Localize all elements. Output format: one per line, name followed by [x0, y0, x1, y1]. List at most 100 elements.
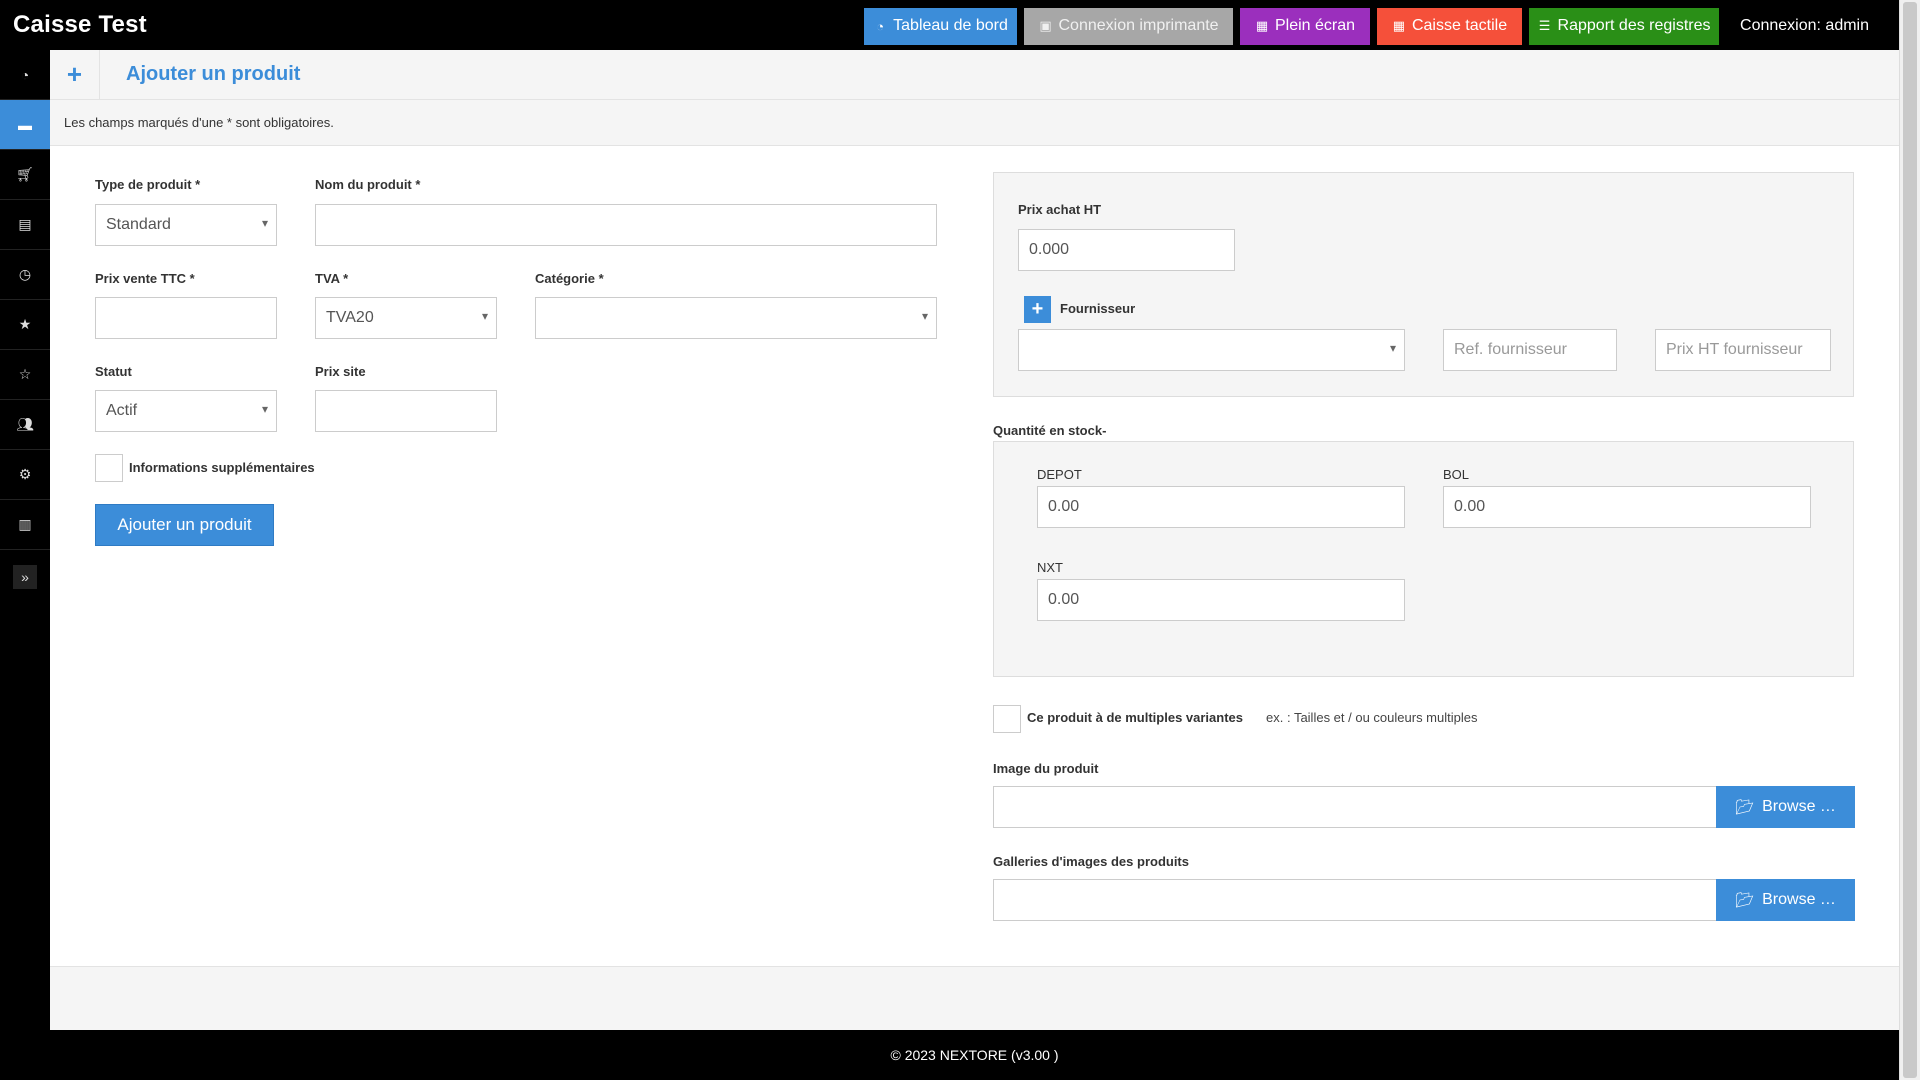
touch-pos-button[interactable]: ▦ Caisse tactile	[1377, 7, 1523, 45]
register-report-label: Rapport des registres	[1557, 17, 1711, 34]
sidebar-item-users[interactable]: 👥︎	[0, 400, 50, 450]
app-title: Caisse Test	[13, 11, 147, 38]
sidebar-item-favorites[interactable]: ★	[0, 300, 50, 350]
browse-label: Browse …	[1762, 891, 1836, 908]
status-value: Actif	[106, 402, 138, 419]
product-image-label: Image du produit	[993, 761, 1099, 776]
product-type-value: Standard	[106, 216, 171, 233]
page-title: Ajouter un produit	[126, 63, 301, 85]
warehouse-nxt-value: 0.00	[1048, 591, 1080, 608]
supplier-ref-input[interactable]: Ref. fournisseur	[1443, 329, 1617, 371]
variants-label: Ce produit à de multiples variantes	[1027, 710, 1243, 725]
touch-pos-label: Caisse tactile	[1411, 17, 1508, 34]
category-select[interactable]	[535, 297, 937, 339]
star-icon: ★	[18, 316, 32, 332]
grid-icon: ▦	[1392, 18, 1406, 33]
sidebar-item-dashboard[interactable]: ◔	[0, 50, 50, 100]
dashboard-button[interactable]: ◔ Tableau de bord	[864, 7, 1018, 45]
stock-label: Quantité en stock-	[993, 423, 1107, 438]
purchase-price-value: 0.000	[1029, 241, 1070, 258]
sidebar-item-sales[interactable]: 🛒︎	[0, 150, 50, 200]
main-content: + Ajouter un produit Les champs marqués …	[50, 49, 1899, 1030]
sidebar-toggle-button[interactable]: »	[13, 565, 37, 589]
extra-info-checkbox[interactable]	[95, 454, 123, 482]
add-supplier-button[interactable]: +	[1024, 296, 1051, 323]
sale-price-label: Prix vente TTC *	[95, 271, 195, 286]
tva-label: TVA *	[315, 271, 349, 286]
double-chevron-right-icon: »	[21, 569, 29, 585]
required-fields-notice: Les champs marqués d'une * sont obligato…	[50, 100, 1899, 146]
dashboard-button-label: Tableau de bord	[893, 17, 1008, 34]
clock-icon: ◷	[18, 266, 32, 282]
page-scrollbar[interactable]	[1899, 0, 1920, 1080]
extra-info-label: Informations supplémentaires	[129, 460, 315, 475]
warehouse-bol-label: BOL	[1443, 467, 1470, 482]
gallery-input[interactable]	[993, 879, 1717, 921]
browse-label: Browse …	[1762, 798, 1836, 815]
sidebar-item-history[interactable]: ◷	[0, 250, 50, 300]
top-bar: Caisse Test ◔ Tableau de bord ▣ Connexio…	[0, 0, 1899, 50]
sidebar-item-documents[interactable]: ▤	[0, 200, 50, 250]
register-report-button[interactable]: ☰ Rapport des registres	[1529, 7, 1720, 45]
dashboard-icon: ◔	[876, 18, 885, 34]
grid-icon: ▦	[1255, 18, 1269, 33]
product-name-label: Nom du produit *	[315, 177, 421, 192]
warehouse-bol-value: 0.00	[1454, 498, 1486, 515]
users-icon: 👥︎	[16, 416, 34, 432]
scrollbar-thumb[interactable]	[1903, 2, 1917, 1078]
products-icon: ▬	[18, 116, 32, 133]
site-price-label: Prix site	[315, 364, 366, 379]
sidebar-item-products[interactable]: ▬	[0, 100, 50, 150]
variants-hint: ex. : Tailles et / ou couleurs multiples	[1266, 710, 1478, 725]
content-footer-band	[50, 966, 1899, 1030]
warehouse-bol-input[interactable]: 0.00	[1443, 486, 1811, 528]
category-label: Catégorie *	[535, 271, 604, 286]
warehouse-nxt-input[interactable]: 0.00	[1037, 579, 1405, 621]
variants-checkbox[interactable]	[993, 705, 1021, 733]
folder-open-icon: 📂︎	[1735, 799, 1755, 816]
sidebar-item-loyalty[interactable]: ☆	[0, 350, 50, 400]
status-select[interactable]: Actif	[95, 390, 277, 432]
tva-value: TVA20	[326, 309, 374, 326]
printer-connect-label: Connexion imprimante	[1058, 17, 1219, 34]
warehouse-depot-input[interactable]: 0.00	[1037, 486, 1405, 528]
dashboard-icon: ◔	[20, 66, 30, 83]
sidebar-item-settings[interactable]: ⚙	[0, 450, 50, 500]
purchase-price-label: Prix achat HT	[1018, 202, 1102, 217]
page-header: + Ajouter un produit	[50, 49, 1899, 100]
purchase-price-input[interactable]: 0.000	[1018, 229, 1235, 271]
add-product-button[interactable]: Ajouter un produit	[95, 504, 274, 546]
printer-icon: ▣	[1039, 18, 1052, 33]
product-image-input[interactable]	[993, 786, 1717, 828]
folder-open-icon: 📂︎	[1735, 892, 1755, 909]
supplier-ref-placeholder: Ref. fournisseur	[1454, 341, 1567, 358]
warehouse-nxt-label: NXT	[1037, 560, 1063, 575]
sidebar-item-reports[interactable]: ▥	[0, 500, 50, 550]
warehouse-depot-label: DEPOT	[1037, 467, 1082, 482]
supplier-select[interactable]	[1018, 329, 1405, 371]
sale-price-input[interactable]	[95, 297, 277, 339]
document-icon: ▤	[18, 216, 32, 232]
product-type-label: Type de produit *	[95, 177, 201, 192]
status-label: Statut	[95, 364, 132, 379]
warehouse-depot-value: 0.00	[1048, 498, 1080, 515]
star-outline-icon: ☆	[18, 366, 32, 382]
plus-icon: +	[1031, 298, 1044, 320]
printer-connect-button[interactable]: ▣ Connexion imprimante	[1024, 7, 1234, 45]
product-name-input[interactable]	[315, 204, 937, 246]
gallery-browse-button[interactable]: 📂︎ Browse …	[1716, 879, 1855, 921]
footer: © 2023 NEXTORE (v3.00 )	[0, 1030, 1899, 1080]
plus-icon: +	[50, 49, 100, 100]
top-nav: ◔ Tableau de bord ▣ Connexion imprimante…	[864, 7, 1899, 45]
fullscreen-label: Plein écran	[1275, 17, 1356, 34]
product-type-select[interactable]: Standard	[95, 204, 277, 246]
tva-select[interactable]: TVA20	[315, 297, 497, 339]
cart-icon: 🛒︎	[16, 166, 34, 182]
login-status[interactable]: Connexion: admin	[1740, 17, 1869, 35]
fullscreen-button[interactable]: ▦ Plein écran	[1240, 7, 1371, 45]
supplier-price-input[interactable]: Prix HT fournisseur	[1655, 329, 1831, 371]
product-image-browse-button[interactable]: 📂︎ Browse …	[1716, 786, 1855, 828]
site-price-input[interactable]	[315, 390, 497, 432]
list-icon: ☰	[1538, 18, 1551, 33]
gear-icon: ⚙	[18, 466, 32, 482]
